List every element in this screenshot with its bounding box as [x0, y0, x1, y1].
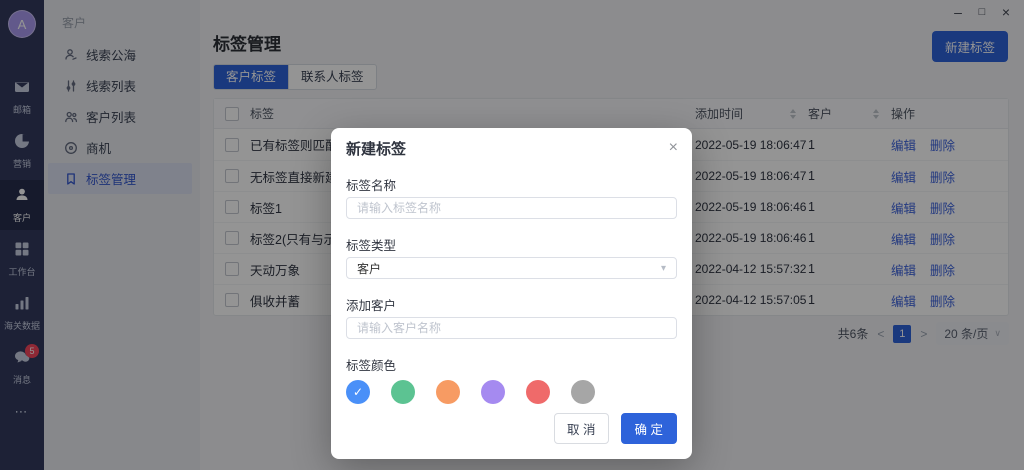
color-swatch-red[interactable]	[526, 380, 550, 404]
chevron-down-icon: ▾	[661, 263, 666, 274]
modal-title: 新建标签	[346, 141, 677, 159]
color-swatch-gray[interactable]	[571, 380, 595, 404]
color-swatch-orange[interactable]	[436, 380, 460, 404]
cancel-button[interactable]: 取 消	[554, 413, 608, 444]
add-customer-label: 添加客户	[346, 299, 677, 313]
color-swatch-purple[interactable]	[481, 380, 505, 404]
tag-name-label: 标签名称	[346, 179, 677, 193]
tag-type-value: 客户	[357, 260, 381, 277]
modal-footer: 取 消 确 定	[554, 413, 677, 444]
tag-type-select[interactable]: 客户 ▾	[346, 257, 677, 279]
color-swatches: ✓	[346, 380, 677, 404]
tag-color-label: 标签颜色	[346, 359, 677, 373]
color-swatch-blue-selected[interactable]: ✓	[346, 380, 370, 404]
tag-type-label: 标签类型	[346, 239, 677, 253]
confirm-button[interactable]: 确 定	[621, 413, 677, 444]
color-swatch-green[interactable]	[391, 380, 415, 404]
add-customer-input[interactable]	[346, 317, 677, 339]
check-icon: ✓	[353, 385, 363, 399]
close-icon[interactable]: ×	[669, 139, 678, 157]
new-tag-modal: 新建标签 × 标签名称 标签类型 客户 ▾ 添加客户 标签颜色 ✓ 取 消 确 …	[331, 128, 692, 459]
app-window: A 邮箱 营销 客户	[0, 0, 1024, 470]
tag-name-input[interactable]	[346, 197, 677, 219]
